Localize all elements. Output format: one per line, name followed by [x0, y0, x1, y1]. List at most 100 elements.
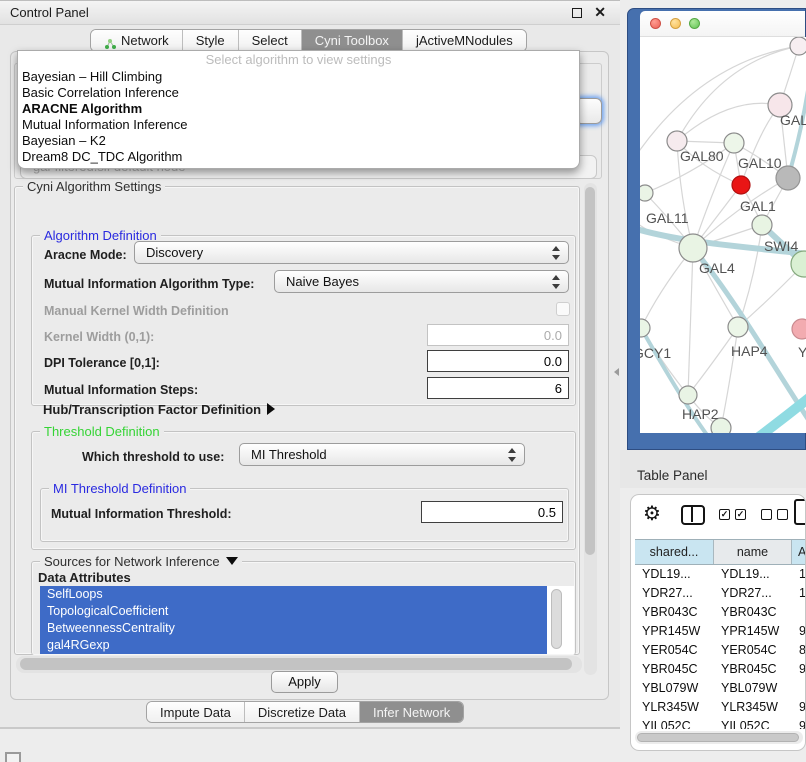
algorithm-definition-group: Algorithm Definition Aracne Mode: Discov…	[31, 235, 576, 406]
control-panel-title: Control Panel	[10, 1, 89, 25]
data-attributes-list[interactable]: SelfLoops TopologicalCoefficient Between…	[40, 586, 574, 654]
table-row[interactable]: YER054CYER054C8.	[635, 641, 806, 660]
settings-vertical-scrollbar[interactable]	[584, 183, 597, 675]
algorithm-option-selected[interactable]: ARACNE Algorithm	[18, 101, 579, 117]
aracne-mode-value: Discovery	[146, 242, 203, 263]
table-row[interactable]: YLR345WYLR345W9.	[635, 698, 806, 717]
dpi-tolerance-input[interactable]	[427, 350, 569, 372]
control-panel-window: Control Panel ✕ Network Style Select Cyn…	[0, 0, 620, 729]
mi-threshold-definition-group: MI Threshold Definition Mutual Informati…	[40, 488, 569, 542]
aracne-mode-select[interactable]: Discovery	[134, 241, 569, 264]
tab-discretize-data[interactable]: Discretize Data	[244, 702, 359, 722]
hub-tf-definition-toggle[interactable]: Hub/Transcription Factor Definition	[43, 402, 275, 417]
network-node[interactable]	[679, 234, 707, 262]
tab-infer-network-label: Infer Network	[373, 702, 450, 723]
show-columns-icon[interactable]	[681, 505, 705, 525]
node-label: HAP2	[682, 406, 719, 422]
network-node[interactable]	[792, 319, 806, 339]
algorithm-option[interactable]: Bayesian – Hill Climbing	[18, 69, 579, 85]
tab-style[interactable]: Style	[182, 30, 238, 51]
tab-jactivemnodules[interactable]: jActiveMNodules	[402, 30, 526, 51]
node-label: GAL11	[646, 210, 689, 226]
threshold-definition-group: Threshold Definition Which threshold to …	[31, 431, 576, 550]
algorithm-option[interactable]: Mutual Information Inference	[18, 117, 579, 133]
mac-zoom-icon[interactable]	[689, 18, 700, 29]
column-header-partial[interactable]: A	[792, 540, 806, 564]
table-horizontal-scrollbar[interactable]	[635, 731, 803, 744]
kernel-width-input[interactable]	[427, 324, 569, 346]
select-all-checkbox-icon[interactable]: ✓	[735, 509, 746, 520]
network-node[interactable]	[679, 386, 697, 404]
deselect-all-checkbox-icon[interactable]	[761, 509, 772, 520]
apply-button[interactable]: Apply	[271, 671, 338, 693]
table-row[interactable]: YBL079WYBL079W	[635, 679, 806, 698]
tab-impute-data[interactable]: Impute Data	[147, 702, 244, 722]
tab-impute-data-label: Impute Data	[160, 702, 231, 723]
select-all-checkbox-icon[interactable]: ✓	[719, 509, 730, 520]
network-node[interactable]	[724, 133, 744, 153]
network-node[interactable]	[640, 319, 650, 337]
list-item-selected[interactable]: gal4RGexp	[40, 637, 547, 654]
float-window-icon[interactable]	[572, 8, 582, 18]
algorithm-option[interactable]: Bayesian – K2	[18, 133, 579, 149]
cyni-algorithm-settings-group: Cyni Algorithm Settings Algorithm Defini…	[14, 186, 580, 655]
list-vertical-scrollbar[interactable]	[551, 589, 562, 649]
sources-title[interactable]: Sources for Network Inference	[40, 554, 242, 569]
control-panel-titlebar[interactable]: Control Panel ✕	[0, 1, 620, 25]
network-node[interactable]	[752, 215, 772, 235]
node-label: Y	[798, 344, 806, 360]
which-threshold-select[interactable]: MI Threshold	[239, 443, 525, 466]
close-icon[interactable]: ✕	[594, 4, 606, 21]
threshold-definition-title: Threshold Definition	[40, 424, 164, 439]
sources-group: Sources for Network Inference Data Attri…	[31, 561, 576, 655]
table-header-row: shared... name A	[635, 539, 806, 565]
manual-kernel-width-checkbox[interactable]	[556, 302, 570, 316]
tab-select[interactable]: Select	[238, 30, 301, 51]
list-item-selected[interactable]: TopologicalCoefficient	[40, 603, 547, 620]
tab-network[interactable]: Network	[91, 30, 182, 51]
table-settings-gear-icon[interactable]: ⚙	[643, 501, 661, 526]
deselect-all-checkbox-icon[interactable]	[777, 509, 788, 520]
hub-tf-definition-label: Hub/Transcription Factor Definition	[43, 402, 261, 417]
network-node[interactable]	[728, 317, 748, 337]
docked-panel-icon[interactable]	[5, 752, 21, 762]
export-table-icon[interactable]	[794, 499, 806, 525]
table-row[interactable]: YDR27...YDR27...12	[635, 584, 806, 603]
mi-steps-input[interactable]	[427, 377, 569, 399]
list-item-selected[interactable]: SelfLoops	[40, 586, 547, 603]
table-row[interactable]: YBR043CYBR043C	[635, 603, 806, 622]
mi-algorithm-type-select[interactable]: Naive Bayes	[274, 270, 569, 293]
mi-threshold-input[interactable]	[421, 501, 563, 523]
network-node-selected[interactable]	[732, 176, 750, 194]
mac-minimize-icon[interactable]	[670, 18, 681, 29]
network-node[interactable]	[790, 37, 806, 55]
column-header-name[interactable]: name	[714, 540, 792, 564]
splitter-collapse-arrow[interactable]	[614, 368, 619, 376]
table-row[interactable]: YPR145WYPR145W9.	[635, 622, 806, 641]
algorithm-option[interactable]: Basic Correlation Inference	[18, 85, 579, 101]
vertical-scrollbar-thumb[interactable]	[585, 187, 595, 555]
network-view-window[interactable]: GAL GAL80 GAL10 GAL1 GAL11 GAL4 SWI4 GCY…	[627, 8, 806, 450]
table-body: YDL19...YDL19...13 YDR27...YDR27...12 YB…	[635, 565, 806, 729]
node-label: GAL1	[740, 198, 776, 214]
table-horizontal-scrollbar-thumb[interactable]	[637, 733, 799, 742]
algorithm-option[interactable]: Dream8 DC_TDC Algorithm	[18, 149, 579, 165]
list-item-selected[interactable]: BetweennessCentrality	[40, 620, 547, 637]
horizontal-scrollbar-thumb[interactable]	[20, 658, 572, 670]
tab-cyni-toolbox[interactable]: Cyni Toolbox	[301, 30, 402, 51]
network-canvas[interactable]: GAL GAL80 GAL10 GAL1 GAL11 GAL4 SWI4 GCY…	[640, 37, 806, 433]
chevron-updown-icon	[508, 448, 516, 462]
network-window-titlebar[interactable]	[640, 11, 805, 37]
table-row[interactable]: YBR045CYBR045C9.	[635, 660, 806, 679]
network-node[interactable]	[640, 185, 653, 201]
mac-close-icon[interactable]	[650, 18, 661, 29]
node-label: HAP4	[731, 343, 768, 359]
table-row[interactable]: YIL052CYIL052C9	[635, 717, 806, 729]
tab-infer-network[interactable]: Infer Network	[359, 702, 463, 722]
tab-style-label: Style	[196, 30, 225, 51]
which-threshold-value: MI Threshold	[251, 444, 327, 465]
column-header-shared-name[interactable]: shared...	[635, 540, 714, 564]
table-row[interactable]: YDL19...YDL19...13	[635, 565, 806, 584]
control-panel-tabs: Network Style Select Cyni Toolbox jActiv…	[90, 29, 527, 52]
application-window: Control Panel ✕ Network Style Select Cyn…	[0, 0, 806, 762]
